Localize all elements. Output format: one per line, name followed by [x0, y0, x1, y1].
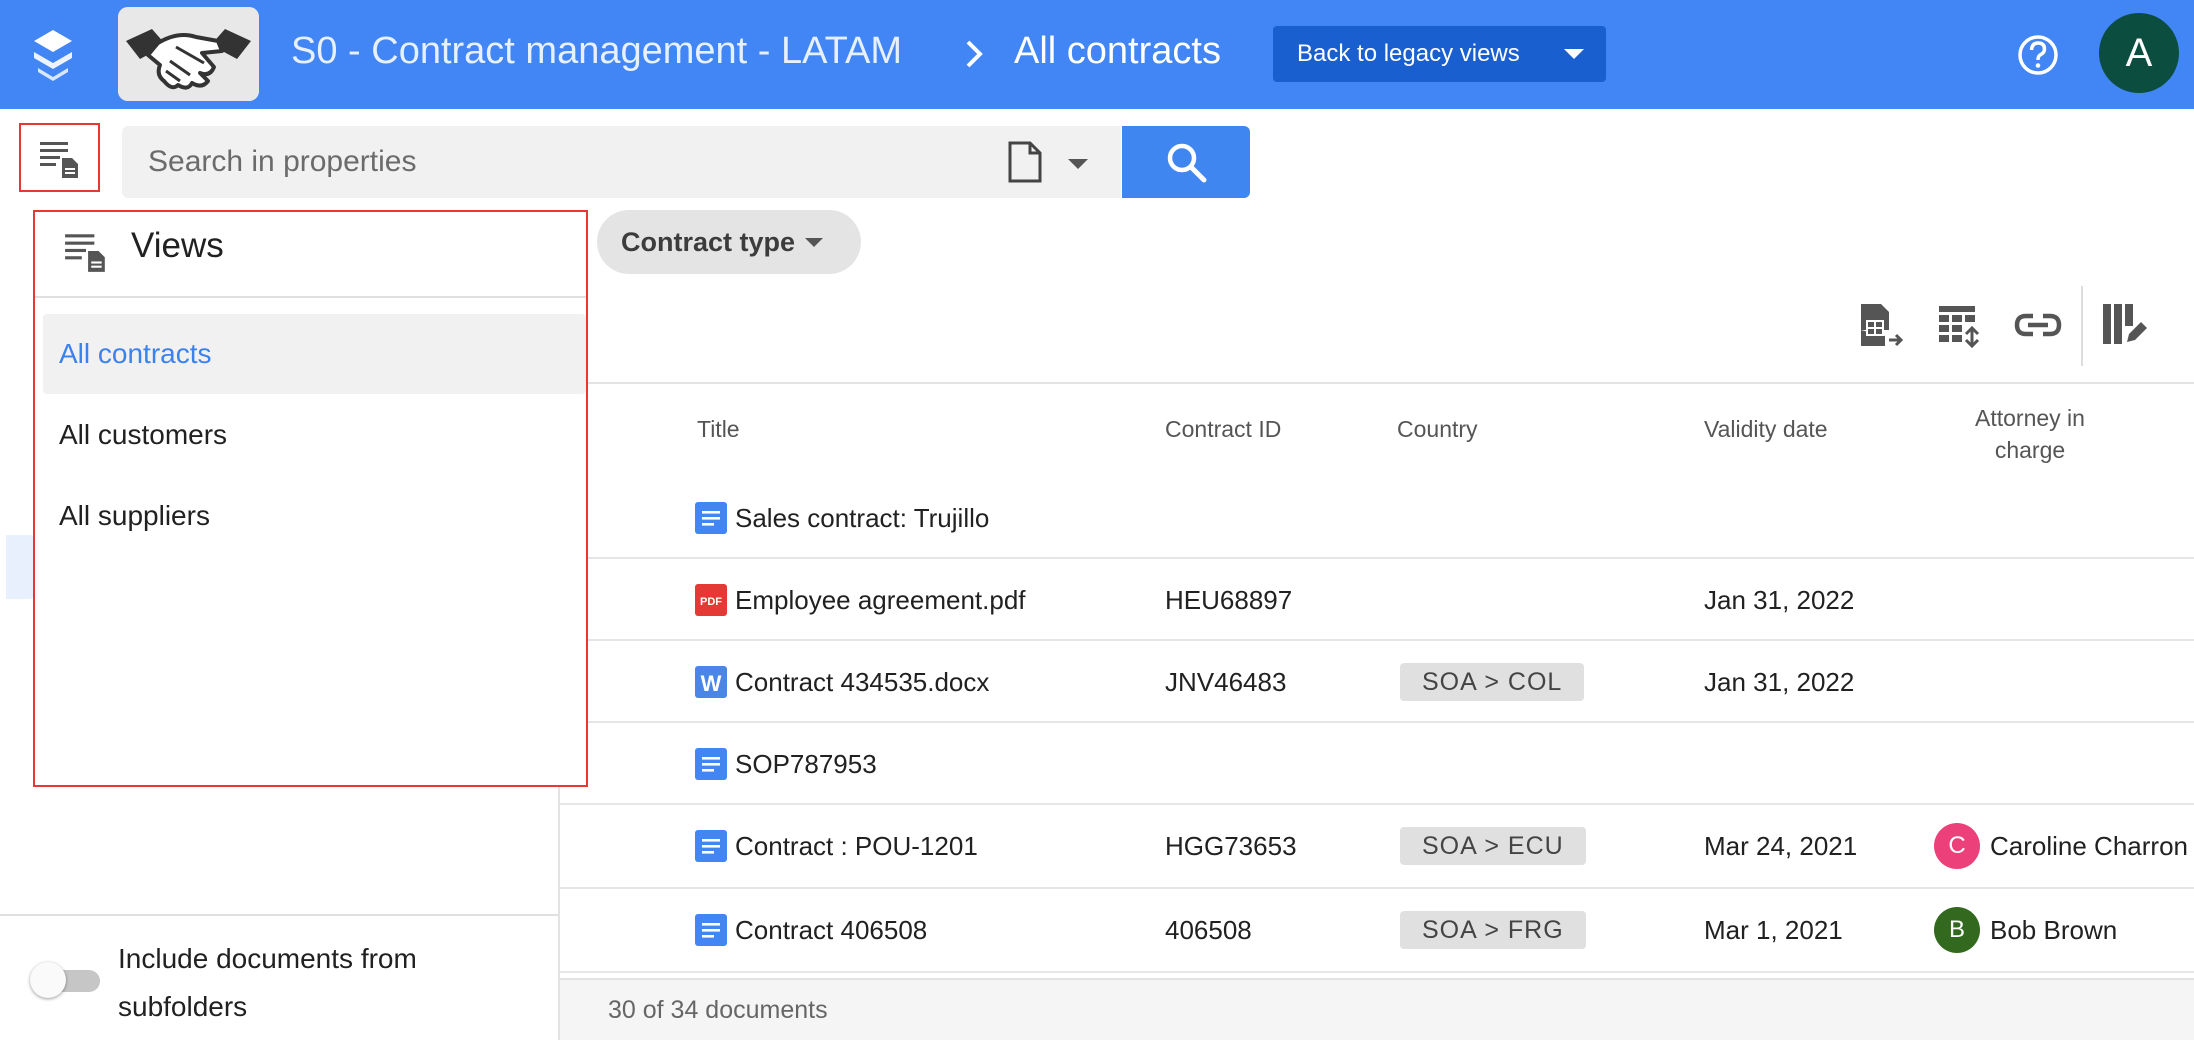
- attorney-avatar: C: [1934, 823, 1980, 869]
- table-row[interactable]: W Contract 434535.docx JNV46483 SOA > CO…: [560, 641, 2194, 723]
- doc-icon: [695, 830, 727, 862]
- breadcrumb-space[interactable]: S0 - Contract management - LATAM: [291, 30, 902, 73]
- export-spreadsheet-icon[interactable]: [1855, 300, 1905, 350]
- views-panel: Views All contracts All customers All su…: [33, 210, 588, 787]
- sidebar-footer-divider: [0, 914, 558, 916]
- contract-id-cell: 406508: [1165, 914, 1252, 945]
- pdf-icon: PDF: [695, 584, 727, 616]
- title-cell[interactable]: Sales contract: Trujillo: [695, 477, 989, 559]
- user-avatar[interactable]: A: [2099, 13, 2179, 93]
- title-cell[interactable]: SOP787953: [695, 723, 877, 805]
- validity-date-cell: Jan 31, 2022: [1704, 584, 1855, 615]
- view-item-all-customers[interactable]: All customers: [43, 395, 586, 475]
- column-header-attorney[interactable]: Attorney in charge: [1930, 402, 2130, 466]
- title-cell[interactable]: Contract 406508: [695, 889, 927, 971]
- column-header-title[interactable]: Title: [697, 416, 740, 443]
- document-type-icon[interactable]: [1004, 140, 1044, 184]
- view-item-all-suppliers[interactable]: All suppliers: [43, 476, 586, 556]
- validity-date-cell: Mar 1, 2021: [1704, 914, 1843, 945]
- contract-id-cell: HEU68897: [1165, 584, 1293, 615]
- country-cell: SOA > FRG: [1400, 889, 1586, 971]
- sidebar-selected-item[interactable]: [6, 535, 36, 599]
- attorney-name: Caroline Charron: [1990, 830, 2188, 861]
- contract-id-cell: JNV46483: [1165, 666, 1287, 697]
- row-title: Contract 406508: [735, 914, 928, 945]
- attorney-name: Bob Brown: [1990, 914, 2118, 945]
- legacy-button-label: Back to legacy views: [1297, 40, 1520, 67]
- chip-label: Contract type: [621, 226, 796, 257]
- breadcrumb-chevron-icon: [962, 34, 988, 74]
- link-icon[interactable]: [2013, 300, 2063, 350]
- table-footer: 30 of 34 documents: [560, 978, 2194, 1040]
- help-icon[interactable]: [2016, 33, 2060, 77]
- table-row[interactable]: Sales contract: Trujillo: [560, 477, 2194, 559]
- import-table-icon[interactable]: [1935, 300, 1985, 350]
- include-subfolders-label: Include documents from subfolders: [118, 943, 417, 1022]
- toggle-knob: [30, 962, 66, 998]
- attorney-cell[interactable]: C Caroline Charron: [1934, 805, 2188, 887]
- app-logo-icon[interactable]: [28, 28, 78, 82]
- doc-icon: [695, 914, 727, 946]
- search-button[interactable]: [1122, 126, 1250, 198]
- attorney-cell[interactable]: B Bob Brown: [1934, 889, 2117, 971]
- country-tag: SOA > ECU: [1400, 827, 1586, 865]
- country-tag: SOA > COL: [1400, 663, 1585, 701]
- search-field[interactable]: [122, 126, 1121, 198]
- view-item-label: All customers: [59, 419, 228, 450]
- views-toggle-button[interactable]: [19, 123, 100, 192]
- country-tag: SOA > FRG: [1400, 911, 1586, 949]
- search-input[interactable]: [146, 126, 996, 198]
- contract-id-cell: HGG73653: [1165, 830, 1297, 861]
- svg-text:W: W: [701, 671, 722, 696]
- country-cell: SOA > COL: [1400, 641, 1585, 723]
- toolbar-divider: [2081, 286, 2083, 366]
- attorney-header-line1: Attorney in: [1975, 405, 2085, 431]
- svg-text:PDF: PDF: [700, 596, 722, 608]
- column-header-contract-id[interactable]: Contract ID: [1165, 416, 1281, 443]
- row-title: Contract 434535.docx: [735, 666, 990, 697]
- edit-columns-icon[interactable]: [2099, 300, 2149, 350]
- space-thumbnail-handshake[interactable]: [118, 7, 259, 101]
- table-row[interactable]: SOP787953: [560, 723, 2194, 805]
- doc-icon: [695, 502, 727, 534]
- caret-down-icon: [805, 238, 823, 247]
- caret-down-icon: [1564, 49, 1584, 59]
- validity-date-cell: Mar 24, 2021: [1704, 830, 1858, 861]
- views-panel-title: Views: [131, 226, 224, 265]
- attorney-avatar: B: [1934, 907, 1980, 953]
- view-item-label: All suppliers: [59, 500, 210, 531]
- view-item-all-contracts[interactable]: All contracts: [43, 314, 586, 394]
- title-cell[interactable]: W Contract 434535.docx: [695, 641, 989, 723]
- doc-icon: [695, 748, 727, 780]
- table-row[interactable]: Contract 406508 406508 SOA > FRG Mar 1, …: [560, 889, 2194, 973]
- country-cell: SOA > ECU: [1400, 805, 1586, 887]
- views-header-divider: [35, 296, 586, 298]
- search-icon: [1167, 143, 1207, 183]
- row-title: Sales contract: Trujillo: [735, 502, 990, 533]
- view-item-label: All contracts: [59, 338, 212, 369]
- views-list-icon: [39, 141, 78, 178]
- back-to-legacy-views-button[interactable]: Back to legacy views: [1273, 26, 1606, 82]
- include-subfolders-toggle[interactable]: [30, 962, 102, 998]
- attorney-header-line2: charge: [1994, 437, 2066, 463]
- validity-date-cell: Jan 31, 2022: [1704, 666, 1855, 697]
- contract-type-filter-chip[interactable]: Contract type: [597, 210, 861, 274]
- table-row[interactable]: PDF Employee agreement.pdf HEU68897 Jan …: [560, 559, 2194, 641]
- title-cell[interactable]: PDF Employee agreement.pdf: [695, 559, 1026, 641]
- table-row[interactable]: Contract : POU-1201 HGG73653 SOA > ECU M…: [560, 805, 2194, 889]
- row-title: SOP787953: [735, 748, 877, 779]
- breadcrumb-current: All contracts: [1014, 30, 1221, 72]
- row-title: Employee agreement.pdf: [735, 584, 1026, 615]
- table-top-border: [560, 382, 2194, 384]
- views-list-icon: [65, 234, 105, 272]
- title-cell[interactable]: Contract : POU-1201: [695, 805, 978, 887]
- row-title: Contract : POU-1201: [735, 830, 978, 861]
- column-header-validity-date[interactable]: Validity date: [1704, 416, 1828, 443]
- document-type-caret-icon[interactable]: [1068, 159, 1088, 169]
- word-icon: W: [695, 666, 727, 698]
- document-count: 30 of 34 documents: [608, 996, 828, 1024]
- column-header-country[interactable]: Country: [1397, 416, 1478, 443]
